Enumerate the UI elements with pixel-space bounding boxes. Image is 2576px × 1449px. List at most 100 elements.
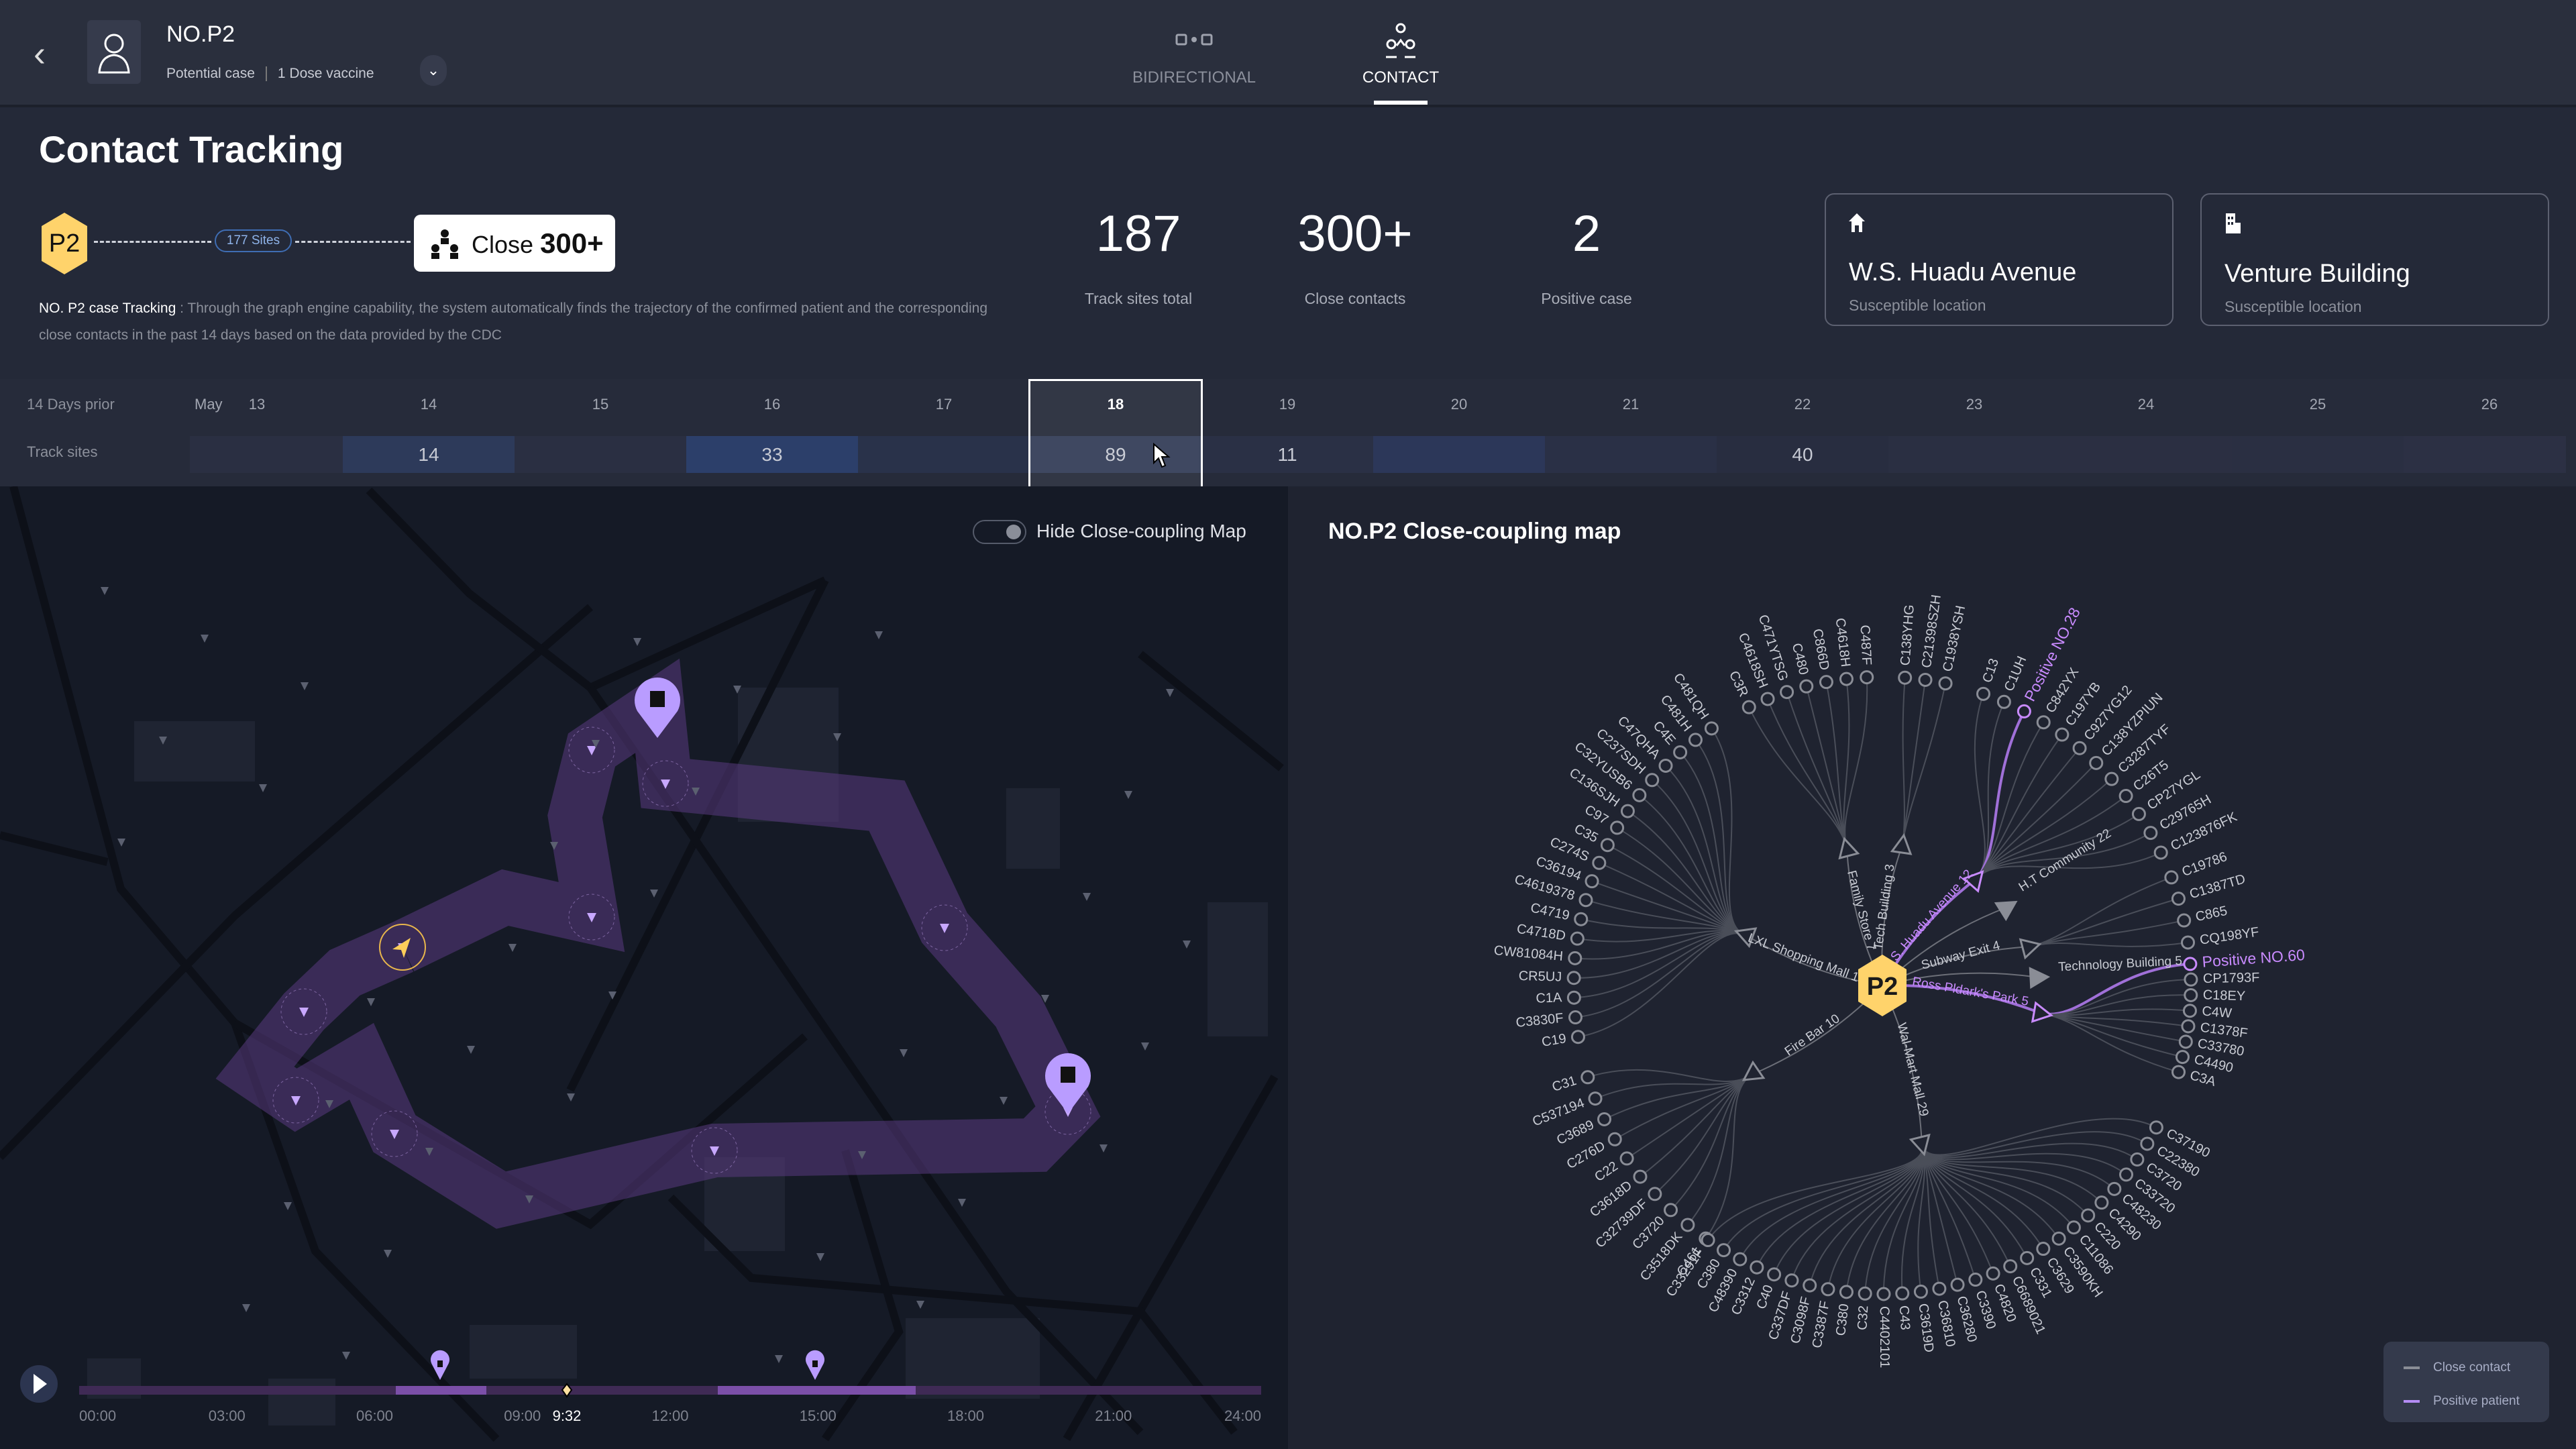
contact-node[interactable] — [1566, 971, 1581, 985]
contact-node[interactable] — [2036, 715, 2051, 730]
location-hub[interactable] — [1890, 833, 1913, 855]
day-22[interactable]: 22 — [1717, 396, 1888, 413]
track-sites-cell[interactable] — [2232, 436, 2404, 473]
day-19[interactable]: 19 — [1201, 396, 1373, 413]
contact-node[interactable] — [2119, 1167, 2134, 1182]
track-sites-cell[interactable] — [1545, 436, 1717, 473]
location-card[interactable]: Venture Building Susceptible location — [2200, 193, 2549, 326]
contact-node[interactable] — [1976, 686, 1991, 701]
contact-node[interactable] — [1986, 1266, 2000, 1281]
contact-node[interactable] — [2036, 1242, 2051, 1256]
track-sites-cell[interactable] — [2060, 436, 2232, 473]
contact-node[interactable] — [2149, 1120, 2163, 1135]
track-sites-cell[interactable] — [190, 436, 343, 473]
map-canvas[interactable] — [0, 486, 1288, 1449]
day-23[interactable]: 23 — [1888, 396, 2060, 413]
contact-node[interactable] — [1607, 1132, 1622, 1146]
contact-node[interactable] — [2181, 935, 2196, 950]
contact-node[interactable] — [2171, 1065, 2186, 1079]
contact-node[interactable] — [2143, 826, 2158, 841]
contact-node[interactable] — [2081, 1208, 2096, 1223]
contact-node[interactable] — [1648, 1187, 1662, 1201]
playback-track[interactable] — [79, 1386, 1261, 1395]
contact-node[interactable] — [1578, 893, 1593, 908]
location-hub[interactable] — [2031, 1001, 2053, 1024]
home-pin-icon[interactable] — [431, 1350, 449, 1380]
contact-node[interactable] — [2130, 1152, 2145, 1167]
time-cursor[interactable] — [561, 1383, 573, 1398]
contact-node[interactable] — [1760, 692, 1775, 706]
contact-node[interactable] — [2107, 1181, 2122, 1196]
contact-node[interactable] — [1717, 1243, 1731, 1258]
contact-node[interactable] — [1701, 1233, 1715, 1248]
location-hub[interactable] — [1994, 894, 2021, 922]
contact-node[interactable] — [2178, 1034, 2193, 1049]
contact-node[interactable] — [1580, 1070, 1595, 1085]
contact-node[interactable] — [1733, 1252, 1748, 1267]
contact-node[interactable] — [2020, 1250, 2035, 1265]
location-hub[interactable] — [2019, 935, 2042, 960]
contact-node[interactable] — [1610, 820, 1625, 835]
building-pin-icon[interactable] — [806, 1350, 825, 1380]
contact-node[interactable] — [1588, 1091, 1603, 1106]
contact-node[interactable] — [1658, 758, 1673, 773]
positive-node[interactable] — [2183, 957, 2198, 971]
track-sites-cell[interactable]: 11 — [1201, 436, 1373, 473]
visit-segment[interactable] — [718, 1386, 916, 1395]
contact-node[interactable] — [1664, 1203, 1678, 1218]
contact-node[interactable] — [2184, 987, 2198, 1002]
day-20[interactable]: 20 — [1373, 396, 1545, 413]
contact-node[interactable] — [1570, 1030, 1585, 1044]
contact-node[interactable] — [1780, 685, 1794, 700]
tab-contact[interactable]: CONTACT — [1320, 20, 1481, 105]
contact-node[interactable] — [1996, 694, 2011, 709]
contact-node[interactable] — [1741, 700, 1756, 714]
track-sites-cell[interactable] — [1888, 436, 2060, 473]
day-24[interactable]: 24 — [2060, 396, 2232, 413]
contact-node[interactable] — [1860, 670, 1874, 685]
contact-node[interactable] — [2055, 727, 2070, 742]
contact-node[interactable] — [2153, 845, 2168, 860]
location-hub[interactable] — [2029, 967, 2051, 989]
contact-node[interactable] — [1799, 679, 1814, 694]
contact-node[interactable] — [1568, 951, 1582, 965]
track-sites-cell[interactable]: 40 — [1717, 436, 1888, 473]
contact-node[interactable] — [1632, 788, 1647, 802]
track-sites-cell[interactable] — [1373, 436, 1545, 473]
hide-map-toggle[interactable] — [973, 520, 1026, 544]
contact-node[interactable] — [1645, 773, 1660, 788]
track-sites-cell[interactable]: 14 — [343, 436, 515, 473]
contact-node[interactable] — [1784, 1273, 1799, 1288]
track-sites-cell[interactable] — [515, 436, 686, 473]
contact-node[interactable] — [1876, 1287, 1891, 1301]
track-sites-cell[interactable] — [2404, 436, 2566, 473]
contact-node[interactable] — [1620, 804, 1635, 818]
contact-node[interactable] — [1680, 1218, 1695, 1232]
day-14[interactable]: 14 — [343, 396, 515, 413]
contact-node[interactable] — [2104, 771, 2119, 786]
contact-node[interactable] — [1918, 672, 1933, 687]
contact-node[interactable] — [1574, 912, 1589, 926]
close-coupling-graph[interactable]: LXL Shopping Mall 19C481QHC481HC4EC47QHA… — [1288, 486, 2576, 1449]
contact-node[interactable] — [1913, 1284, 1928, 1299]
contact-node[interactable] — [1619, 1151, 1634, 1166]
contact-node[interactable] — [1585, 874, 1599, 889]
day-25[interactable]: 25 — [2232, 396, 2404, 413]
contact-node[interactable] — [1673, 745, 1688, 759]
location-hub[interactable] — [1835, 837, 1860, 860]
day-15[interactable]: 15 — [515, 396, 686, 413]
day-26[interactable]: 26 — [2404, 396, 2575, 413]
contact-node[interactable] — [2171, 892, 2186, 906]
contact-node[interactable] — [1839, 1285, 1854, 1299]
contact-node[interactable] — [1633, 1169, 1648, 1184]
day-21[interactable]: 21 — [1545, 396, 1717, 413]
contact-node[interactable] — [2177, 913, 2192, 928]
expand-button[interactable]: ⌄ — [420, 55, 447, 86]
contact-node[interactable] — [1839, 672, 1854, 686]
contact-node[interactable] — [2182, 1004, 2197, 1018]
positive-node[interactable] — [2017, 704, 2031, 718]
contact-node[interactable] — [1767, 1267, 1782, 1282]
contact-node[interactable] — [2066, 1220, 2081, 1235]
contact-node[interactable] — [1568, 1010, 1582, 1025]
selected-day-highlight[interactable] — [1028, 379, 1203, 486]
